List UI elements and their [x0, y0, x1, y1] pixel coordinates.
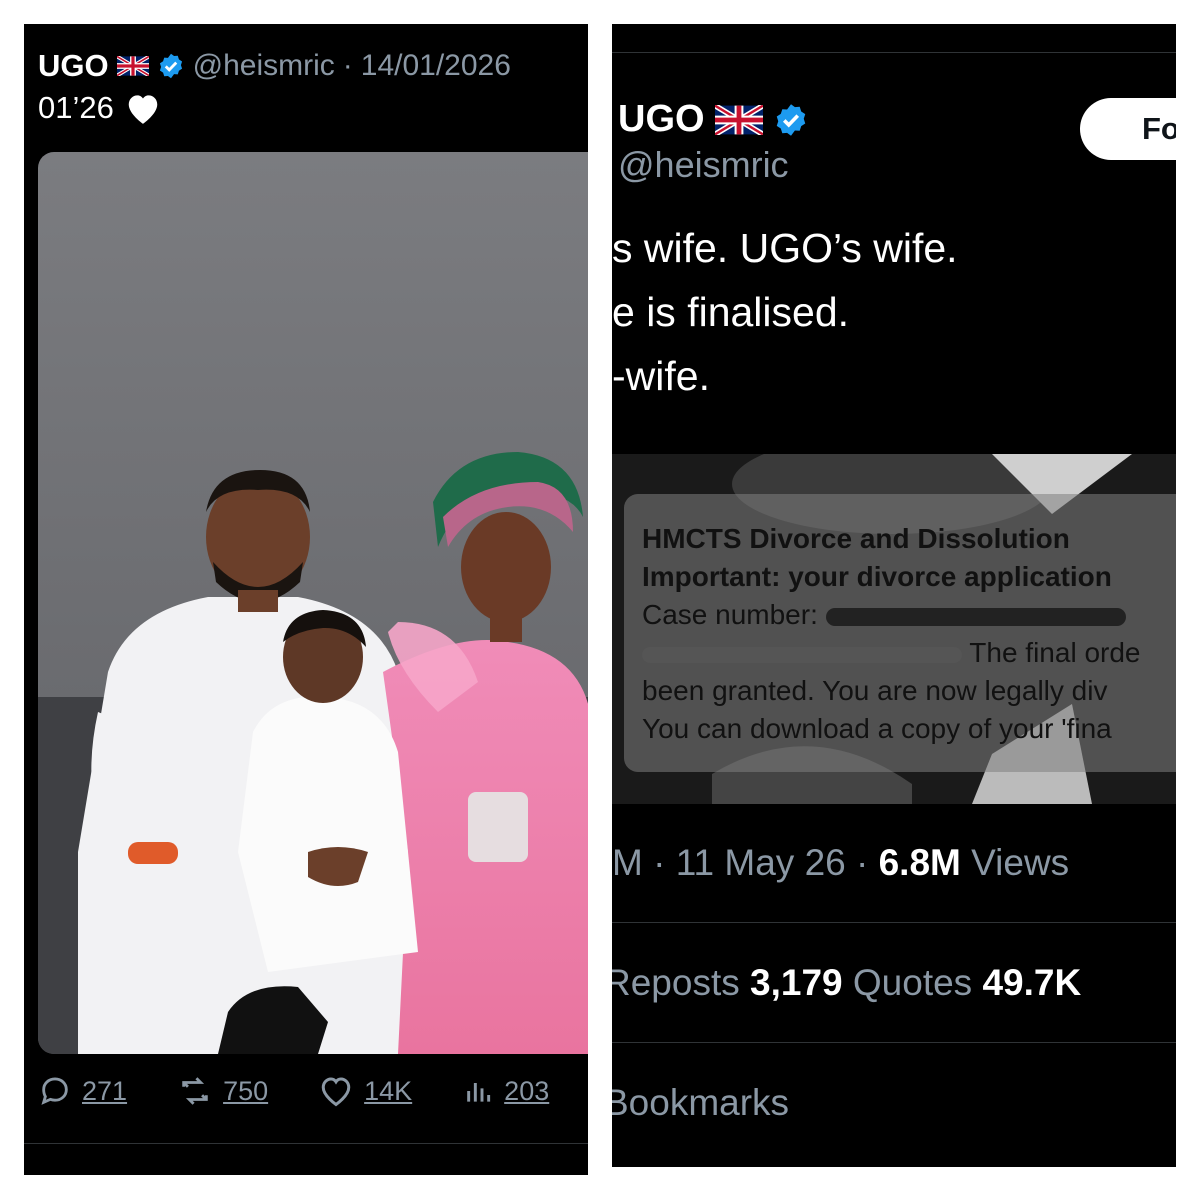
- views-button[interactable]: 203: [462, 1075, 549, 1107]
- tweet-text: 01’26: [38, 90, 162, 126]
- repost-button[interactable]: 750: [177, 1074, 268, 1108]
- display-name[interactable]: UGO: [618, 98, 705, 141]
- tweet-header: UGO: [618, 98, 809, 141]
- tweet-text-content: 01’26: [38, 90, 114, 125]
- separator: ·: [342, 49, 353, 82]
- views-label: Views: [960, 842, 1070, 883]
- views-chart-icon: [467, 1083, 491, 1102]
- final-order-line: The final orde: [642, 634, 1176, 672]
- bookmarks-link[interactable]: Bookmarks: [612, 1082, 789, 1124]
- verified-badge-icon: [776, 103, 805, 136]
- tweet-text-line: e is finalised.: [612, 289, 850, 335]
- redacted-scribble: [825, 607, 1126, 626]
- download-line: You can download a copy of your 'fina: [642, 713, 1112, 744]
- tweet-meta: M · 11 May 26 · 6.8M Views: [612, 842, 1069, 884]
- white-heart-icon: [128, 95, 158, 124]
- follow-button[interactable]: Fo: [1080, 98, 1176, 160]
- repost-icon: [182, 1077, 208, 1105]
- reposts-link[interactable]: Reposts: [612, 962, 750, 1003]
- final-order-text: The final orde: [969, 637, 1141, 668]
- reply-count: 271: [82, 1075, 128, 1106]
- tweet-text: s wife. UGO’s wife. e is finalised. -wif…: [612, 224, 1176, 416]
- tweet-text-line: s wife. UGO’s wife.: [612, 225, 958, 271]
- left-tweet-panel: UGO @heismric · 14/01/2026 01’26 271 750…: [24, 24, 588, 1175]
- uk-flag-icon: [116, 56, 149, 76]
- repost-count: 750: [223, 1075, 269, 1106]
- reply-button[interactable]: 271: [38, 1074, 127, 1108]
- like-button[interactable]: 14K: [318, 1074, 412, 1108]
- redacted-scribble: [642, 646, 962, 663]
- case-number-label: Case number:: [642, 599, 818, 630]
- uk-flag-icon: [714, 104, 763, 135]
- granted-line: been granted. You are now legally div: [642, 675, 1108, 706]
- like-count: 14K: [364, 1075, 413, 1106]
- quotes-link[interactable]: Quotes: [843, 962, 983, 1003]
- views-count: 6.8M: [878, 842, 961, 883]
- top-divider: [612, 52, 1176, 53]
- notification-subtitle: Important: your divorce application: [642, 561, 1112, 592]
- tweet-date[interactable]: 14/01/2026: [361, 49, 511, 83]
- tweet-text-line: -wife.: [612, 353, 710, 399]
- tweet-actions: 271 750 14K 203: [38, 1074, 588, 1108]
- right-tweet-panel: UGO @heismric Fo s wife. UGO’s wife. e i…: [612, 24, 1176, 1167]
- reply-icon: [41, 1077, 68, 1105]
- views-count: 203: [504, 1075, 550, 1106]
- verified-badge-icon: [159, 53, 182, 79]
- tweet-header: UGO @heismric · 14/01/2026: [38, 48, 511, 84]
- family-photo[interactable]: [38, 152, 588, 1054]
- case-number-line: Case number:: [642, 596, 1176, 634]
- divorce-notification-image[interactable]: HMCTS Divorce and Dissolution Important:…: [612, 454, 1176, 804]
- quotes-count: 3,179: [750, 962, 843, 1003]
- next-tweet-peek: [38, 1162, 578, 1175]
- notification-card: HMCTS Divorce and Dissolution Important:…: [624, 494, 1176, 772]
- handle[interactable]: @heismric: [193, 49, 335, 83]
- stats-divider: [612, 1042, 1176, 1043]
- likes-count: 49.7K: [982, 962, 1082, 1003]
- handle[interactable]: @heismric: [618, 144, 789, 186]
- tweet-time[interactable]: M · 11 May 26 ·: [612, 842, 879, 883]
- heart-outline-icon: [321, 1077, 351, 1107]
- tweet-divider: [24, 1143, 588, 1144]
- tweet-stats: Reposts 3,179 Quotes 49.7K: [612, 962, 1081, 1004]
- display-name[interactable]: UGO: [38, 48, 109, 84]
- notification-title: HMCTS Divorce and Dissolution: [642, 523, 1070, 554]
- meta-divider: [612, 922, 1176, 923]
- family-photo-image: [38, 152, 588, 1054]
